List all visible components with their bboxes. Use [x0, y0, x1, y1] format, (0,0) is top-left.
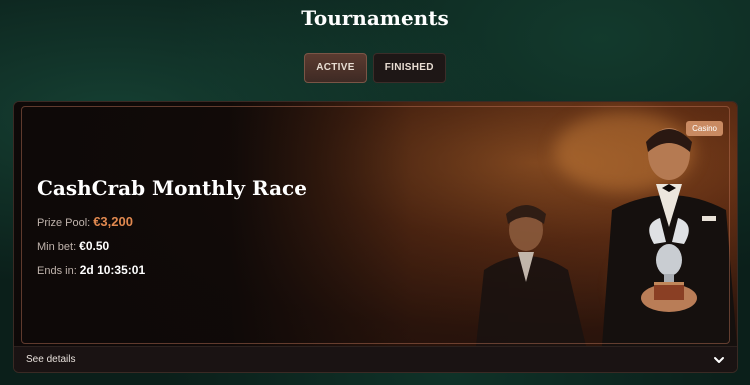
- ends-in-row: Ends in: 2d 10:35:01: [37, 263, 145, 277]
- min-bet-value: €0.50: [79, 239, 110, 253]
- min-bet-label: Min bet:: [37, 241, 77, 253]
- prize-pool-value: €3,200: [93, 214, 133, 229]
- page-title: Tournaments: [301, 6, 449, 30]
- tournament-card[interactable]: Casino CashCrab Monthly Race Prize Pool:…: [13, 101, 738, 373]
- tournament-banner: Casino CashCrab Monthly Race Prize Pool:…: [14, 102, 737, 346]
- prize-pool-label: Prize Pool:: [37, 217, 91, 229]
- tournament-title: CashCrab Monthly Race: [37, 176, 307, 200]
- figure-man-foreground: [602, 128, 737, 346]
- chevron-down-icon[interactable]: [713, 354, 725, 366]
- ends-in-value: 2d 10:35:01: [79, 263, 146, 277]
- figure-man-background: [476, 205, 586, 346]
- see-details-label: See details: [26, 354, 76, 365]
- ends-in-label: Ends in:: [37, 265, 77, 277]
- tab-bar: ACTIVE FINISHED: [0, 53, 750, 83]
- prize-pool-row: Prize Pool: €3,200: [37, 214, 133, 229]
- tab-finished[interactable]: FINISHED: [372, 53, 446, 83]
- category-badge: Casino: [686, 121, 723, 136]
- min-bet-row: Min bet: €0.50: [37, 239, 109, 253]
- tab-active[interactable]: ACTIVE: [304, 53, 367, 83]
- see-details-toggle[interactable]: See details: [14, 346, 737, 372]
